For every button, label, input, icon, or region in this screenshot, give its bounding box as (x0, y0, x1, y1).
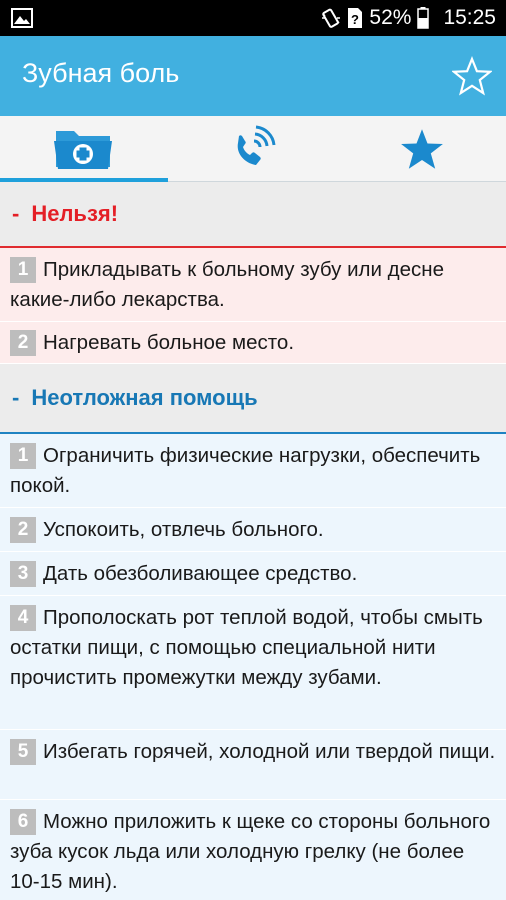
item-text: Избегать горячей, холодной или твердой п… (43, 740, 496, 763)
phone-call-icon (237, 125, 276, 165)
battery-icon (417, 7, 430, 29)
section-header-forbidden: - Нельзя! (0, 182, 506, 248)
list-item: 2 Успокоить, отвлечь больного. (0, 508, 506, 552)
list-item: 2 Нагревать больное место. (0, 322, 506, 364)
tab-emergency-call[interactable] (169, 116, 337, 182)
list-item: 4 Прополоскать рот теплой водой, чтобы см… (0, 596, 506, 730)
item-number: 3 (10, 561, 36, 587)
action-bar: Зубная боль (0, 36, 506, 116)
item-text: Дать обезболивающее средство. (43, 562, 358, 585)
tab-favorites[interactable] (337, 116, 506, 182)
item-number: 1 (10, 257, 36, 283)
item-number: 4 (10, 605, 36, 631)
section-title: Нельзя! (31, 201, 119, 226)
svg-text:?: ? (351, 12, 359, 27)
list-item: 1 Ограничить физические нагрузки, обеспеч… (0, 434, 506, 508)
item-number: 5 (10, 739, 36, 765)
section-dash: - (12, 385, 20, 410)
battery-percent: 52% (369, 6, 412, 29)
section-dash: - (12, 201, 20, 226)
section-title: Неотложная помощь (31, 385, 258, 410)
list-item: 5 Избегать горячей, холодной или твердой … (0, 730, 506, 800)
item-text: Успокоить, отвлечь больного. (43, 518, 324, 541)
item-number: 2 (10, 517, 36, 543)
item-text: Ограничить физические нагрузки, обеспечи… (10, 444, 481, 497)
content-list[interactable]: - Нельзя! 1 Прикладывать к больному зубу … (0, 182, 506, 900)
star-icon (400, 129, 443, 169)
item-number: 1 (10, 443, 36, 469)
no-sim-icon: ? (347, 7, 363, 29)
list-item: 1 Прикладывать к больному зубу или десне … (0, 248, 506, 322)
tab-first-aid[interactable] (0, 116, 168, 182)
gallery-icon (11, 8, 33, 28)
item-number: 2 (10, 330, 36, 356)
list-item: 6 Можно приложить к щеке со стороны больн… (0, 800, 506, 900)
list-item: 3 Дать обезболивающее средство. (0, 552, 506, 596)
tab-bar (0, 116, 506, 182)
item-text: Нагревать больное место. (43, 331, 295, 354)
clock: 15:25 (443, 6, 496, 29)
item-text: Прополоскать рот теплой водой, чтобы смы… (10, 606, 483, 689)
vibrate-icon (321, 7, 341, 29)
status-bar: ? 52% 15:25 (0, 0, 506, 36)
medical-folder-icon (54, 131, 112, 169)
page-title: Зубная боль (22, 58, 180, 88)
section-header-first-aid: - Неотложная помощь (0, 364, 506, 434)
favorite-star-outline-icon[interactable] (452, 56, 492, 96)
item-number: 6 (10, 809, 36, 835)
item-text: Прикладывать к больному зубу или десне к… (10, 258, 444, 311)
item-text: Можно приложить к щеке со стороны больно… (10, 810, 491, 893)
